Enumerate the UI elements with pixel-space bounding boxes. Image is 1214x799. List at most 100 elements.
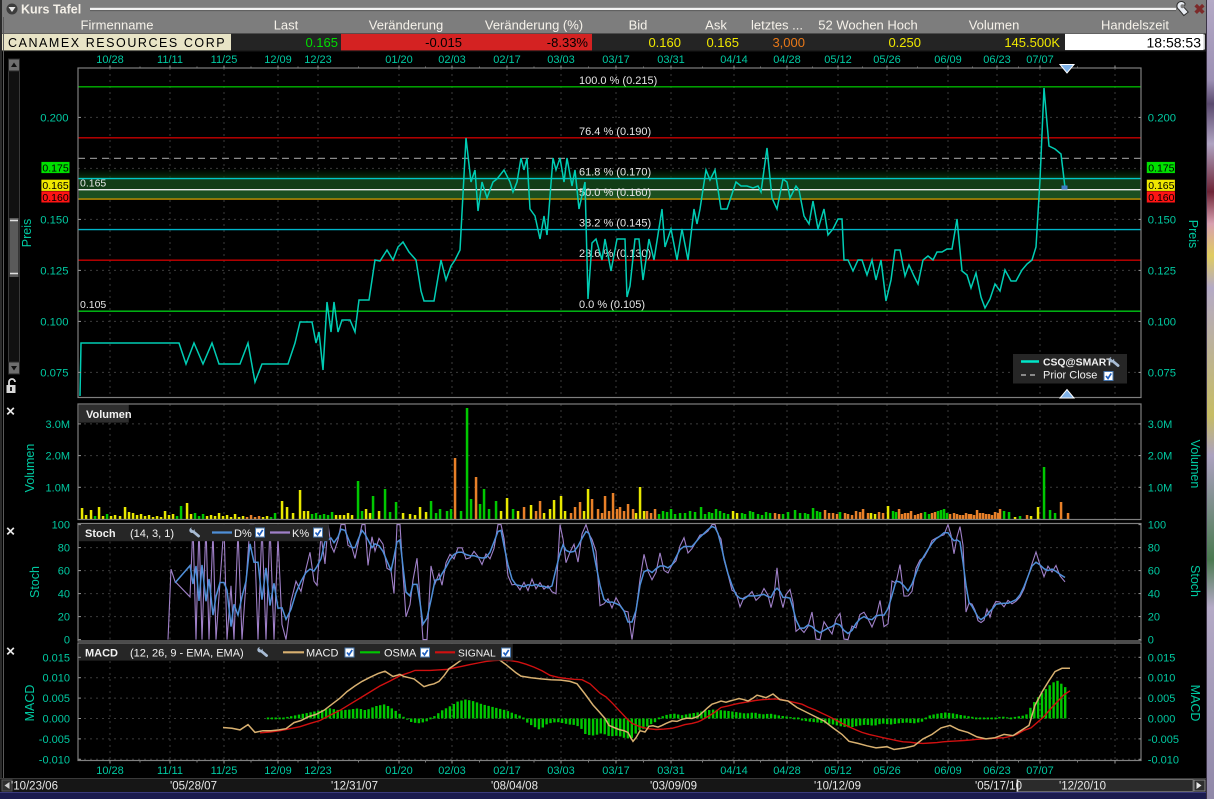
svg-text:K%: K% [292, 528, 309, 540]
svg-text:0.005: 0.005 [42, 693, 70, 705]
svg-text:0.175: 0.175 [1148, 162, 1174, 174]
svg-text:Firmenname: Firmenname [81, 18, 154, 33]
svg-text:-0.015: -0.015 [425, 35, 462, 50]
svg-text:'12/20/10: '12/20/10 [1059, 781, 1106, 793]
svg-text:04/14: 04/14 [720, 765, 748, 777]
svg-text:0.0 % (0.105): 0.0 % (0.105) [579, 299, 645, 311]
svg-text:10/28: 10/28 [96, 54, 124, 66]
svg-text:0.165: 0.165 [1148, 180, 1174, 192]
svg-text:60: 60 [1148, 566, 1160, 578]
svg-text:03/31: 03/31 [657, 54, 685, 66]
svg-text:01/20: 01/20 [385, 765, 413, 777]
svg-text:50.0 % (0.160): 50.0 % (0.160) [579, 187, 651, 199]
svg-text:38.2 % (0.145): 38.2 % (0.145) [579, 218, 651, 230]
svg-text:04/28: 04/28 [773, 765, 801, 777]
svg-text:07/07: 07/07 [1026, 54, 1054, 66]
svg-text:MACD: MACD [1188, 685, 1202, 722]
svg-text:06/09: 06/09 [934, 54, 962, 66]
svg-text:Preis: Preis [20, 219, 34, 247]
svg-text:61.8 % (0.170): 61.8 % (0.170) [579, 167, 651, 179]
svg-text:0: 0 [64, 635, 70, 647]
svg-text:Volumen: Volumen [23, 444, 37, 493]
svg-text:2.0M: 2.0M [1148, 451, 1172, 463]
svg-text:letztes ...: letztes ... [751, 18, 803, 33]
svg-text:(12, 26, 9 - EMA, EMA): (12, 26, 9 - EMA, EMA) [130, 648, 244, 660]
svg-text:OSMA: OSMA [384, 648, 417, 660]
svg-text:05/26: 05/26 [873, 765, 901, 777]
svg-text:(14, 3, 1): (14, 3, 1) [130, 528, 174, 540]
svg-text:0.250: 0.250 [888, 35, 921, 50]
svg-text:0.160: 0.160 [648, 35, 681, 50]
svg-text:100: 100 [1148, 520, 1166, 532]
svg-text:Stoch: Stoch [28, 566, 42, 598]
svg-text:07/07: 07/07 [1026, 765, 1054, 777]
svg-text:3.0M: 3.0M [46, 419, 70, 431]
svg-text:06/09: 06/09 [934, 765, 962, 777]
svg-text:03/03: 03/03 [547, 54, 575, 66]
svg-text:D%: D% [234, 528, 252, 540]
svg-text:Prior Close: Prior Close [1043, 370, 1097, 382]
svg-text:CANAMEX RESOURCES CORP: CANAMEX RESOURCES CORP [8, 36, 226, 50]
svg-text:20: 20 [58, 612, 70, 624]
svg-text:0.105: 0.105 [80, 299, 106, 311]
svg-text:'10/23/06: '10/23/06 [11, 781, 58, 793]
svg-text:Veränderung: Veränderung [369, 18, 443, 33]
svg-text:✕: ✕ [5, 645, 15, 659]
svg-text:05/26: 05/26 [873, 54, 901, 66]
svg-text:Kurs Tafel: Kurs Tafel [21, 3, 81, 17]
svg-text:0.100: 0.100 [40, 316, 68, 328]
svg-text:02/03: 02/03 [438, 765, 466, 777]
svg-text:0.075: 0.075 [40, 367, 68, 379]
svg-text:0.160: 0.160 [1148, 192, 1174, 204]
svg-text:'12/31/07: '12/31/07 [331, 781, 378, 793]
svg-text:10/28: 10/28 [96, 765, 124, 777]
svg-text:1.0M: 1.0M [1148, 482, 1172, 494]
svg-text:0.165: 0.165 [305, 35, 338, 50]
svg-text:-0.010: -0.010 [1148, 754, 1179, 766]
svg-text:0.015: 0.015 [1148, 652, 1176, 664]
svg-text:0.125: 0.125 [1148, 265, 1176, 277]
svg-text:02/17: 02/17 [493, 54, 521, 66]
svg-text:0.165: 0.165 [42, 180, 68, 192]
svg-text:'10/12/09: '10/12/09 [814, 781, 861, 793]
svg-text:11/25: 11/25 [211, 765, 238, 777]
svg-text:Stoch: Stoch [1188, 565, 1202, 597]
svg-text:0.165: 0.165 [706, 35, 739, 50]
svg-text:03/31: 03/31 [657, 765, 685, 777]
svg-text:Handelszeit: Handelszeit [1101, 18, 1169, 33]
svg-text:04/14: 04/14 [720, 54, 748, 66]
svg-text:0.000: 0.000 [42, 714, 70, 726]
svg-text:12/23: 12/23 [304, 54, 332, 66]
svg-text:-0.005: -0.005 [1148, 734, 1179, 746]
svg-text:03/17: 03/17 [602, 765, 630, 777]
svg-text:01/20: 01/20 [385, 54, 413, 66]
svg-text:'05/17/10: '05/17/10 [975, 781, 1022, 793]
svg-text:Volumen: Volumen [86, 409, 132, 421]
svg-text:03/17: 03/17 [602, 54, 630, 66]
svg-text:0.160: 0.160 [42, 192, 68, 204]
svg-text:0.125: 0.125 [40, 265, 68, 277]
svg-text:1.0M: 1.0M [46, 482, 70, 494]
svg-text:20: 20 [1148, 612, 1160, 624]
svg-text:Last: Last [274, 18, 299, 33]
svg-text:100: 100 [52, 520, 70, 532]
svg-text:03/03: 03/03 [547, 765, 575, 777]
svg-text:12/09: 12/09 [264, 54, 292, 66]
svg-text:60: 60 [58, 566, 70, 578]
svg-text:11/11: 11/11 [157, 54, 183, 66]
svg-text:✖: ✖ [1194, 1, 1206, 17]
svg-text:MACD: MACD [306, 648, 338, 660]
svg-text:06/23: 06/23 [983, 54, 1011, 66]
svg-text:0.150: 0.150 [1148, 214, 1176, 226]
svg-text:80: 80 [58, 543, 70, 555]
svg-text:MACD: MACD [23, 685, 37, 722]
svg-text:0.005: 0.005 [1148, 693, 1176, 705]
svg-text:0.010: 0.010 [1148, 673, 1176, 685]
svg-text:✕: ✕ [5, 525, 15, 539]
svg-text:12/23: 12/23 [304, 765, 332, 777]
svg-text:05/12: 05/12 [824, 765, 852, 777]
svg-text:100.0 % (0.215): 100.0 % (0.215) [579, 75, 657, 87]
svg-text:145.500K: 145.500K [1004, 35, 1060, 50]
svg-text:0: 0 [1148, 635, 1154, 647]
svg-text:0.150: 0.150 [40, 214, 68, 226]
